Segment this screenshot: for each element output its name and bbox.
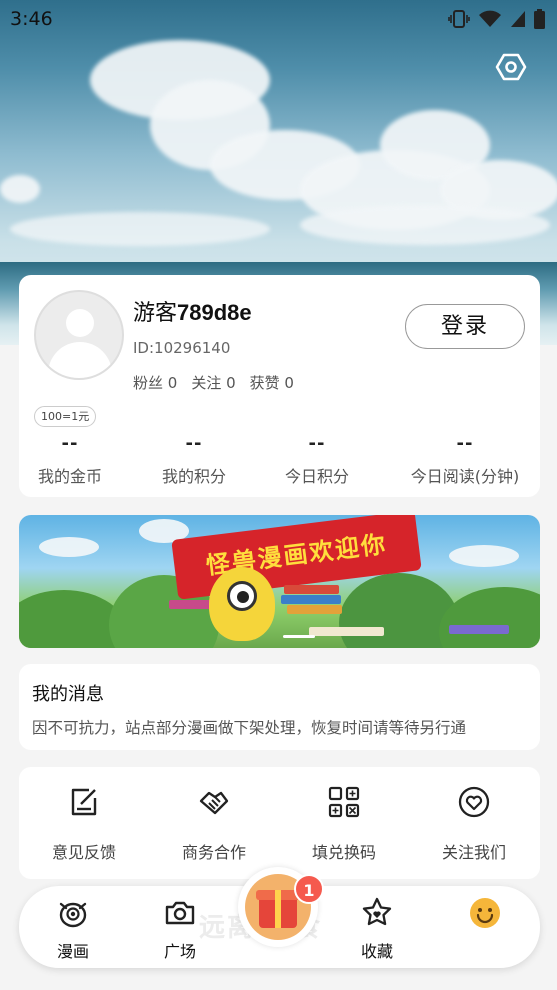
fans-count[interactable]: 粉丝 0 xyxy=(133,372,177,393)
messages-card[interactable]: 我的消息 因不可抗力，站点部分漫画做下架处理，恢复时间请等待另行通 xyxy=(19,664,540,750)
coins-label: 我的金币 xyxy=(37,467,102,486)
wifi-icon xyxy=(479,10,501,27)
tab-favorites-label: 收藏 xyxy=(360,942,393,961)
banner-mascot xyxy=(209,567,275,641)
handshake-icon xyxy=(199,791,229,815)
promo-banner[interactable]: 怪兽漫画欢迎你 xyxy=(19,515,540,648)
business-label: 商务合作 xyxy=(181,843,246,862)
username: 游客789d8e xyxy=(133,300,252,326)
tab-plaza-label: 广场 xyxy=(163,942,196,961)
signal-icon xyxy=(511,11,525,27)
tab-favorites[interactable]: 收藏 xyxy=(342,896,412,961)
today-points-stat[interactable]: -- 今日积分 xyxy=(252,433,382,487)
heart-icon xyxy=(458,786,490,818)
coins-value: -- xyxy=(61,433,79,454)
social-stats: 粉丝 0 关注 0 获赞 0 xyxy=(133,372,294,393)
redeem-code-button[interactable]: 填兑换码 xyxy=(289,785,399,863)
coin-rate-badge: 100=1元 xyxy=(34,406,97,427)
login-button[interactable]: 登录 xyxy=(405,304,525,349)
vibrate-icon xyxy=(448,10,470,28)
points-stat[interactable]: -- 我的积分 xyxy=(129,433,259,487)
smiley-icon xyxy=(470,898,500,928)
points-label: 我的积分 xyxy=(161,467,226,486)
star-heart-icon xyxy=(362,897,392,926)
today-reading-label: 今日阅读(分钟) xyxy=(410,467,520,486)
today-points-label: 今日积分 xyxy=(284,467,349,486)
user-id: ID:10296140 xyxy=(133,339,231,357)
follows-count[interactable]: 关注 0 xyxy=(191,372,235,393)
redeem-code-label: 填兑换码 xyxy=(311,843,376,862)
status-time: 3:46 xyxy=(10,8,53,30)
messages-preview: 因不可抗力，站点部分漫画做下架处理，恢复时间请等待另行通 xyxy=(32,719,467,737)
tab-profile[interactable] xyxy=(450,896,520,958)
redeem-code-icon xyxy=(328,786,360,818)
today-reading-stat[interactable]: -- 今日阅读(分钟) xyxy=(400,433,530,487)
profile-card: 游客789d8e ID:10296140 粉丝 0 关注 0 获赞 0 登录 1… xyxy=(19,275,540,497)
today-reading-value: -- xyxy=(456,433,474,454)
banner-indicator xyxy=(283,635,315,638)
coins-stat[interactable]: -- 我的金币 xyxy=(5,433,135,487)
business-button[interactable]: 商务合作 xyxy=(159,785,269,863)
quick-actions-card: 意见反馈 商务合作 填兑换码 关注我们 xyxy=(19,767,540,879)
settings-button[interactable] xyxy=(494,50,528,84)
avatar[interactable] xyxy=(34,290,124,380)
feedback-icon xyxy=(71,788,97,816)
likes-count[interactable]: 获赞 0 xyxy=(250,372,294,393)
follow-us-button[interactable]: 关注我们 xyxy=(419,785,529,863)
tab-comics[interactable]: 漫画 xyxy=(38,896,108,961)
tab-comics-label: 漫画 xyxy=(56,942,89,961)
monster-icon xyxy=(59,902,87,928)
feedback-label: 意见反馈 xyxy=(51,843,116,862)
follow-us-label: 关注我们 xyxy=(441,843,506,862)
gift-notification-badge: 1 xyxy=(294,874,324,904)
messages-title: 我的消息 xyxy=(32,684,104,705)
settings-hex-icon xyxy=(495,53,527,81)
points-value: -- xyxy=(185,433,203,454)
tab-profile-label xyxy=(450,938,520,958)
today-points-value: -- xyxy=(308,433,326,454)
stats-row: -- 我的金币 -- 我的积分 -- 今日积分 -- 今日阅读(分钟) xyxy=(19,433,540,489)
battery-icon xyxy=(534,9,545,29)
feedback-button[interactable]: 意见反馈 xyxy=(29,785,139,863)
status-bar: 3:46 xyxy=(0,0,557,40)
tab-plaza[interactable]: 广场 xyxy=(145,896,215,961)
camera-icon xyxy=(165,901,195,925)
